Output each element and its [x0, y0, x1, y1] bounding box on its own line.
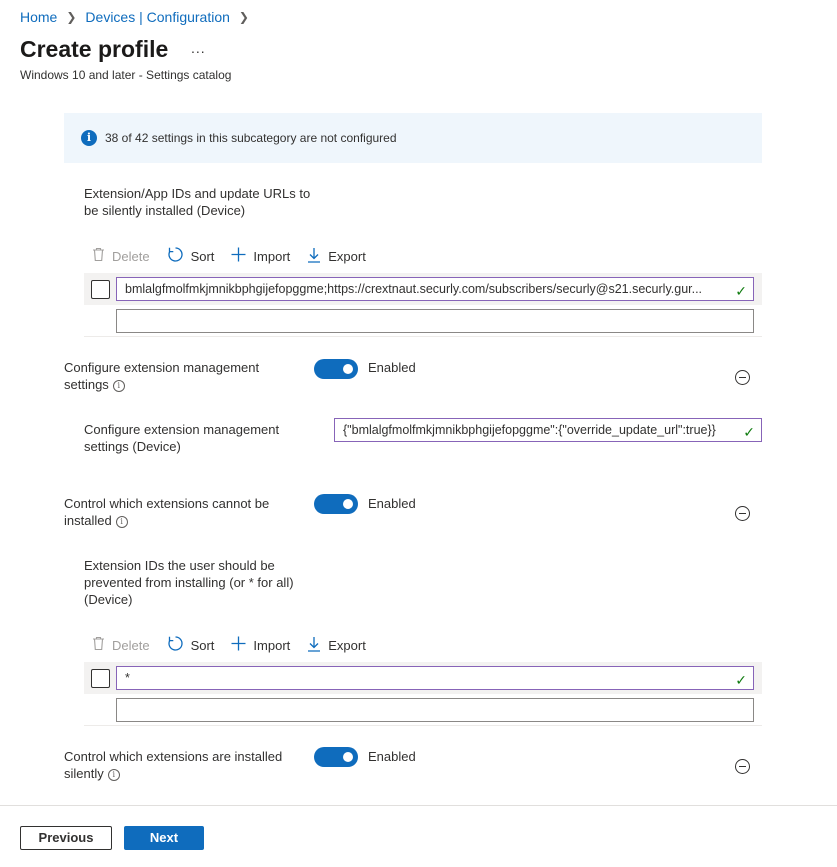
trash-icon — [92, 636, 105, 654]
divider — [84, 336, 762, 337]
import-button[interactable]: Import — [231, 636, 290, 654]
refresh-icon — [167, 635, 184, 655]
configure-extension-management-device-label: Configure extension management settings … — [84, 422, 280, 454]
minus-circle-icon[interactable] — [735, 370, 750, 385]
breadcrumb: Home ❯ Devices | Configuration ❯ — [20, 9, 258, 25]
checkmark-icon: ✓ — [735, 672, 747, 688]
sort-button[interactable]: Sort — [167, 246, 214, 266]
extension-app-ids-label: Extension/App IDs and update URLs to be … — [84, 186, 311, 218]
info-icon[interactable]: i — [112, 379, 125, 392]
configure-extension-management-toggle[interactable] — [314, 359, 358, 379]
download-icon — [307, 247, 321, 266]
trash-icon — [92, 247, 105, 265]
breadcrumb-home-link[interactable]: Home — [20, 9, 57, 25]
toggle-state-label: Enabled — [368, 749, 416, 764]
info-icon[interactable]: i — [107, 768, 120, 781]
refresh-icon — [167, 246, 184, 266]
blocklist-setting-label: Control which extensions cannot be insta… — [64, 496, 270, 528]
delete-button[interactable]: Delete — [92, 636, 150, 654]
minus-circle-icon[interactable] — [735, 506, 750, 521]
row-checkbox[interactable] — [91, 280, 110, 299]
chevron-right-icon: ❯ — [66, 10, 77, 24]
checkmark-icon: ✓ — [735, 283, 747, 299]
extension-id-input[interactable]: bmlalgfmolfmkjmnikbphgijefopggme;https:/… — [116, 277, 754, 301]
info-icon: i — [81, 130, 97, 146]
more-options-button[interactable]: ... — [191, 40, 206, 56]
import-button[interactable]: Import — [231, 247, 290, 265]
checkmark-icon: ✓ — [743, 424, 755, 440]
list-item: * ✓ — [84, 662, 762, 694]
divider — [84, 725, 762, 726]
minus-circle-icon[interactable] — [735, 759, 750, 774]
export-button[interactable]: Export — [307, 247, 366, 266]
download-icon — [307, 636, 321, 655]
forcelist-setting-label: Control which extensions are installed s… — [64, 749, 283, 781]
blocklist-toggle[interactable] — [314, 494, 358, 514]
new-extension-id-input[interactable] — [116, 309, 754, 333]
toggle-knob — [343, 364, 353, 374]
extension-management-json-input[interactable]: {"bmlalgfmolfmkjmnikbphgijefopggme":{"ov… — [334, 418, 762, 442]
export-button[interactable]: Export — [307, 636, 366, 655]
list-toolbar: Delete Sort Import Export — [92, 246, 383, 266]
toggle-state-label: Enabled — [368, 360, 416, 375]
toggle-knob — [343, 499, 353, 509]
list-toolbar: Delete Sort Import Export — [92, 635, 383, 655]
plus-icon — [231, 247, 246, 265]
plus-icon — [231, 636, 246, 654]
configure-extension-management-label: Configure extension management settings i — [64, 360, 260, 392]
blocked-extension-id-input[interactable]: * ✓ — [116, 666, 754, 690]
sort-button[interactable]: Sort — [167, 635, 214, 655]
page-subtitle: Windows 10 and later - Settings catalog — [20, 68, 232, 82]
forcelist-toggle[interactable] — [314, 747, 358, 767]
previous-button[interactable]: Previous — [20, 826, 112, 850]
blocklist-device-label: Extension IDs the user should be prevent… — [84, 558, 294, 607]
info-banner: i 38 of 42 settings in this subcategory … — [64, 113, 762, 163]
toggle-knob — [343, 752, 353, 762]
toggle-state-label: Enabled — [368, 496, 416, 511]
info-banner-text: 38 of 42 settings in this subcategory ar… — [105, 131, 397, 145]
page-title: Create profile — [20, 36, 169, 62]
row-checkbox[interactable] — [91, 669, 110, 688]
info-icon[interactable]: i — [115, 515, 128, 528]
breadcrumb-devices-configuration-link[interactable]: Devices | Configuration — [85, 9, 229, 25]
next-button[interactable]: Next — [124, 826, 204, 850]
footer-divider — [0, 805, 837, 806]
list-item: bmlalgfmolfmkjmnikbphgijefopggme;https:/… — [84, 273, 762, 305]
new-blocked-extension-id-input[interactable] — [116, 698, 754, 722]
delete-button[interactable]: Delete — [92, 247, 150, 265]
chevron-right-icon: ❯ — [238, 10, 249, 24]
